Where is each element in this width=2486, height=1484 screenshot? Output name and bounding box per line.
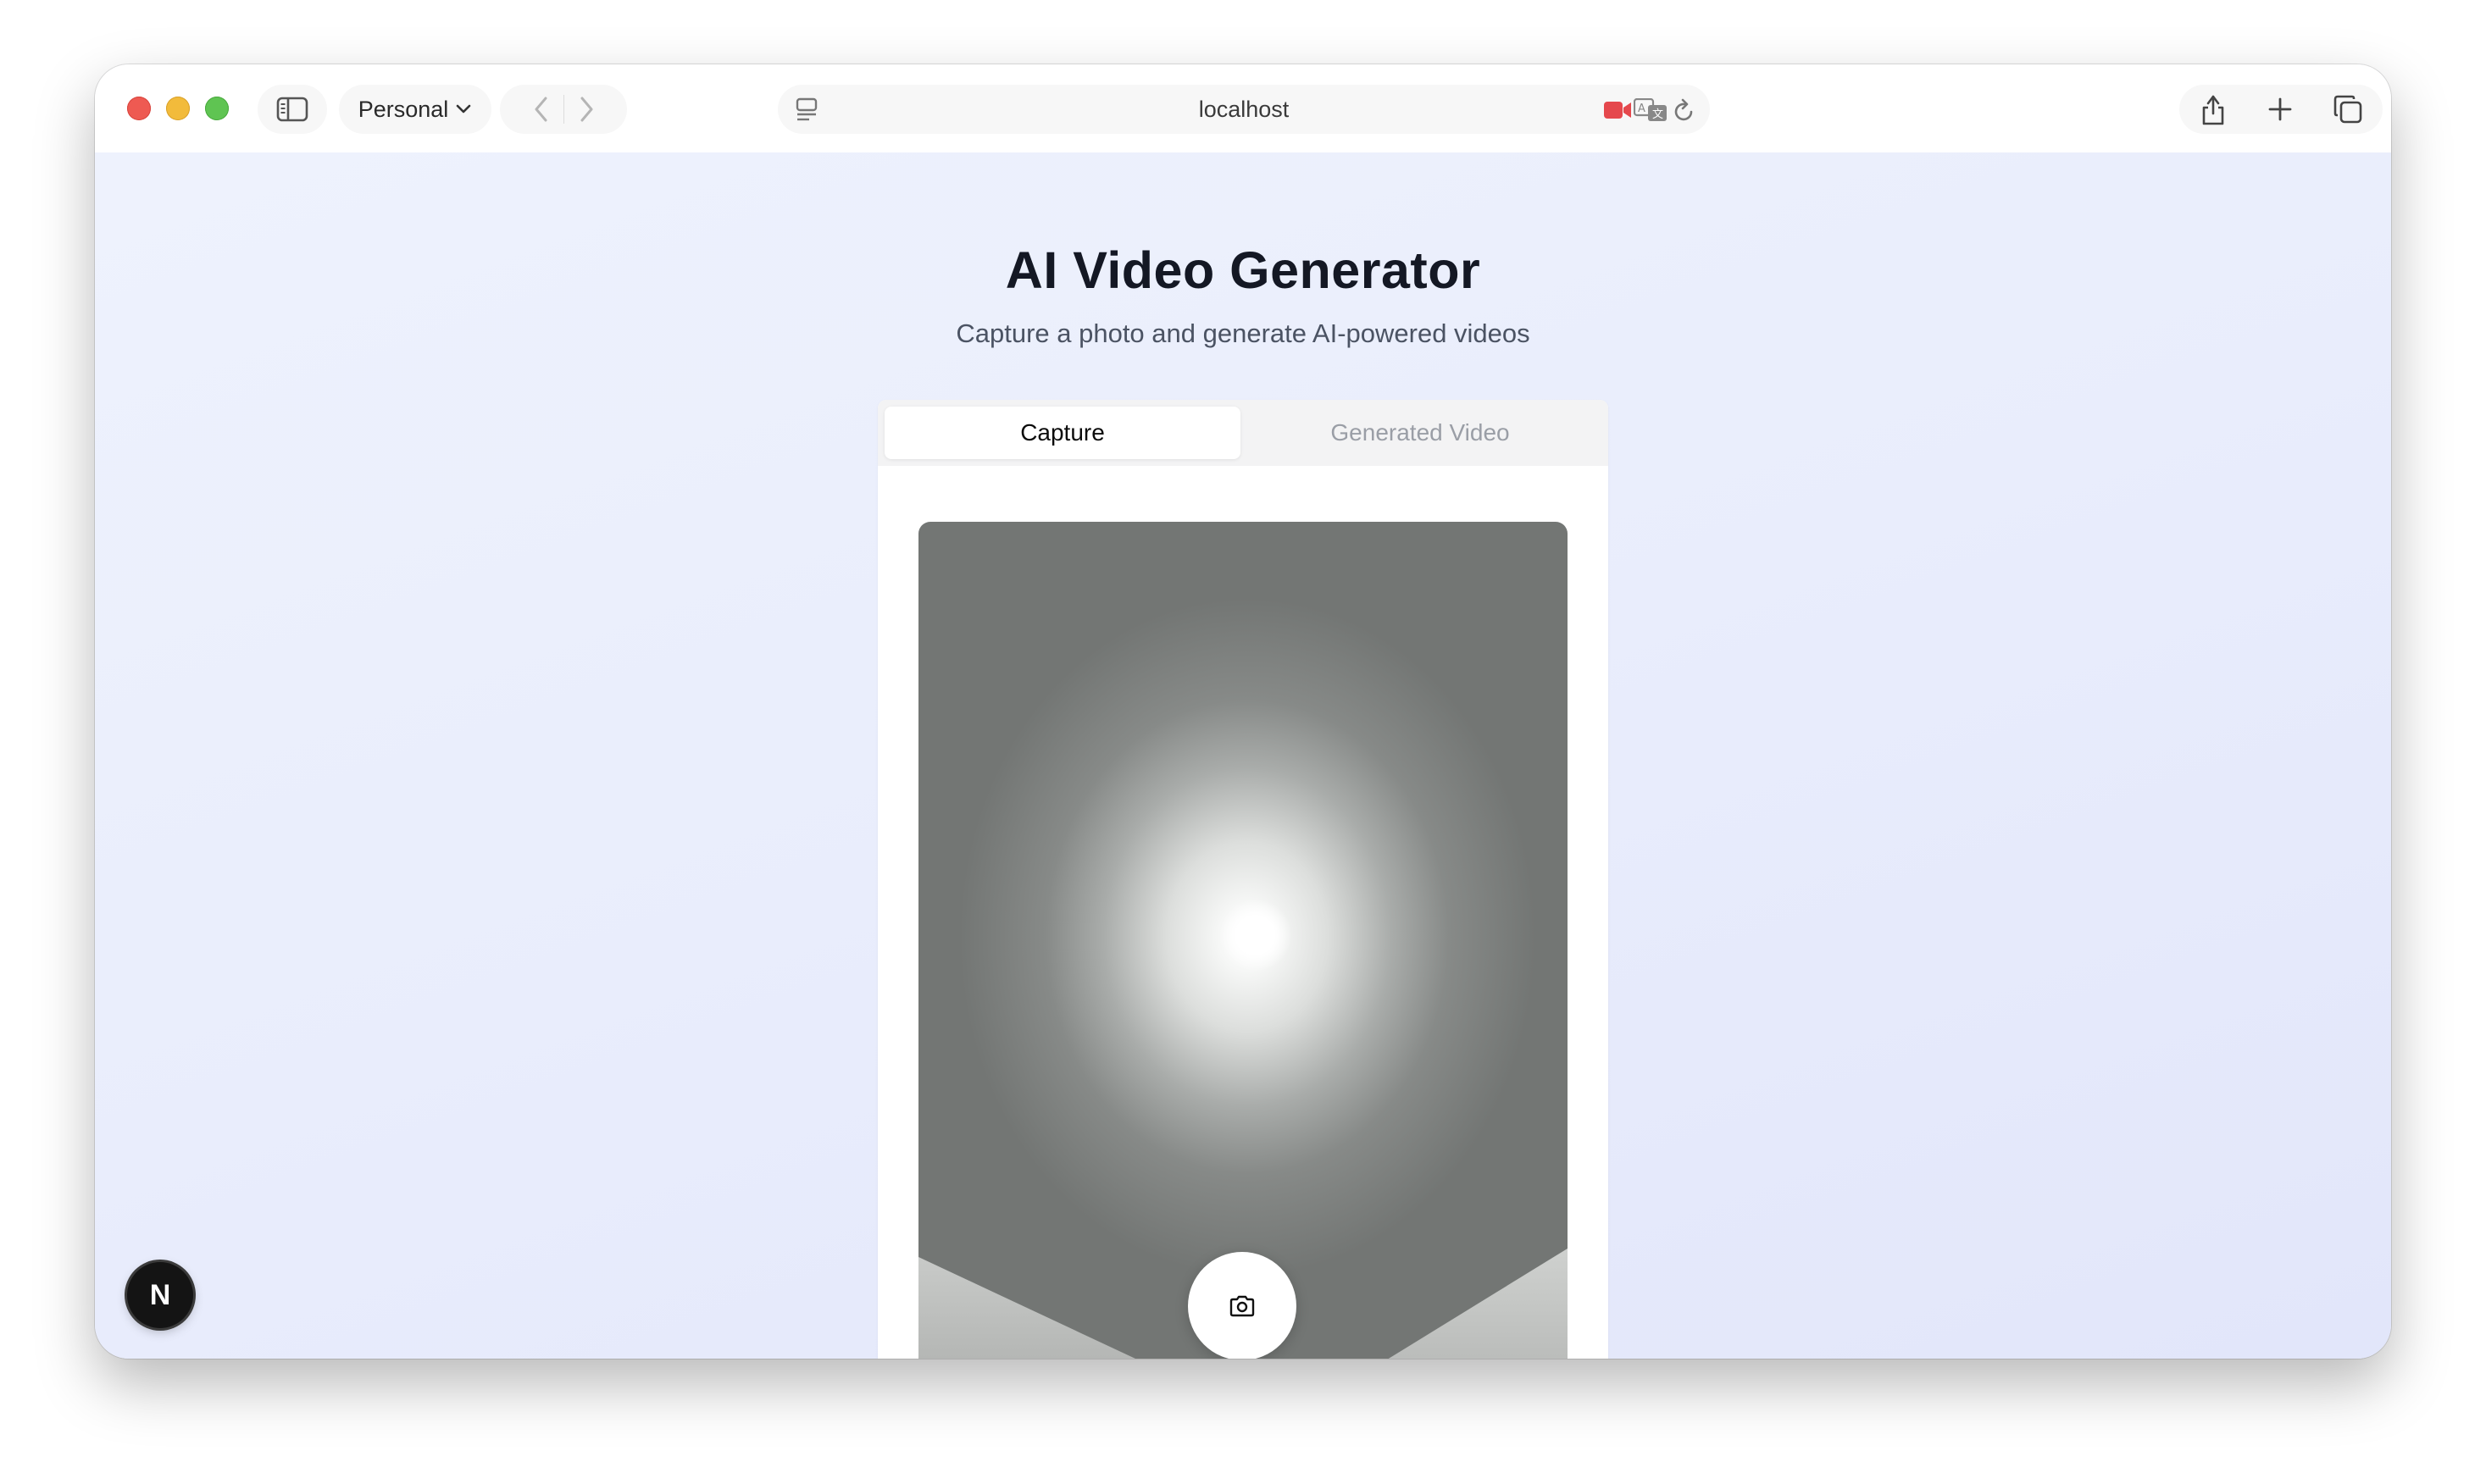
tab-list: Capture Generated Video: [878, 400, 1608, 466]
translate-icon[interactable]: A 文: [1634, 98, 1668, 122]
zoom-window-button[interactable]: [205, 97, 229, 120]
camera-preview: [918, 522, 1568, 1359]
url-text: localhost: [1198, 97, 1290, 122]
tab-generated-video[interactable]: Generated Video: [1242, 407, 1598, 459]
navigation-group: [500, 85, 627, 134]
sidebar-icon: [276, 97, 308, 122]
share-icon[interactable]: [2199, 92, 2228, 126]
close-window-button[interactable]: [127, 97, 151, 120]
camera-recording-icon[interactable]: [1603, 100, 1632, 120]
chevron-down-icon: [456, 104, 471, 114]
browser-window: Personal localhost A 文 AI Video Generato…: [95, 64, 2391, 1359]
svg-text:A: A: [1638, 102, 1645, 115]
page-content: AI Video Generator Capture a photo and g…: [95, 152, 2391, 1359]
sidebar-toggle-button[interactable]: [258, 85, 327, 134]
reload-icon[interactable]: [1673, 98, 1696, 124]
plus-icon[interactable]: [2267, 96, 2294, 123]
profile-label: Personal: [358, 96, 449, 122]
camera-scene-light: [1220, 900, 1291, 971]
address-bar[interactable]: localhost A 文: [778, 85, 1710, 134]
capture-card: Capture Generated Video: [878, 400, 1608, 1359]
right-toolbar-group: [2179, 85, 2383, 134]
tabs-icon[interactable]: [2333, 94, 2363, 125]
nextjs-dev-badge[interactable]: N: [127, 1262, 193, 1328]
camera-scene-wall-right: [1347, 1249, 1568, 1359]
chevron-left-icon[interactable]: [531, 94, 552, 125]
chevron-right-icon[interactable]: [576, 94, 597, 125]
page-subtitle: Capture a photo and generate AI-powered …: [956, 318, 1530, 348]
camera-icon: [1229, 1295, 1255, 1317]
browser-toolbar: Personal localhost A 文: [95, 64, 2391, 153]
svg-text:文: 文: [1652, 108, 1663, 121]
tab-capture[interactable]: Capture: [885, 407, 1240, 459]
profile-menu-button[interactable]: Personal: [339, 85, 491, 134]
minimize-window-button[interactable]: [166, 97, 190, 120]
nav-divider: [563, 95, 564, 124]
camera-scene-wall-left: [918, 1257, 1190, 1359]
capture-photo-button[interactable]: [1188, 1252, 1296, 1359]
page-title: AI Video Generator: [1005, 241, 1481, 299]
